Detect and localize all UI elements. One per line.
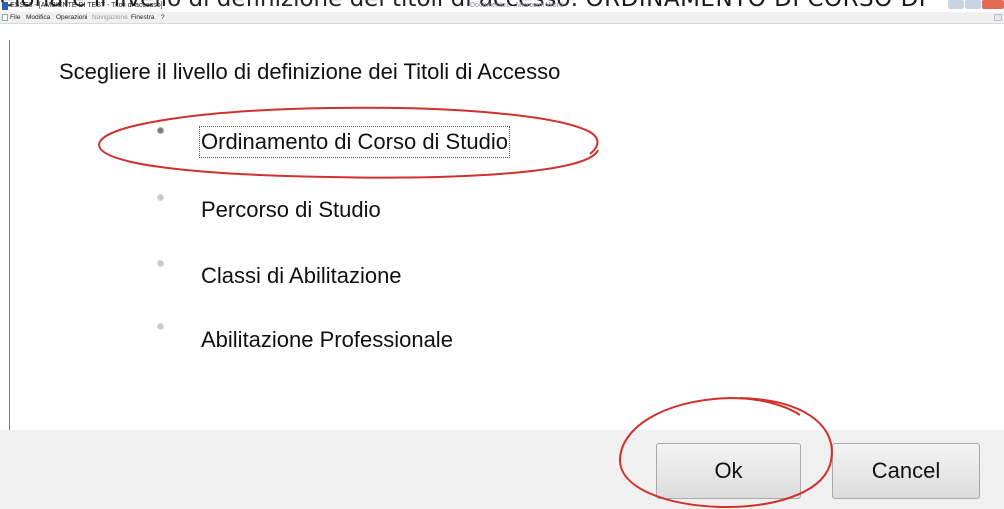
annotation-overlay	[97, 106, 833, 509]
annotation-circle-ok-button	[618, 396, 833, 509]
annotation-circle-option	[97, 106, 599, 179]
